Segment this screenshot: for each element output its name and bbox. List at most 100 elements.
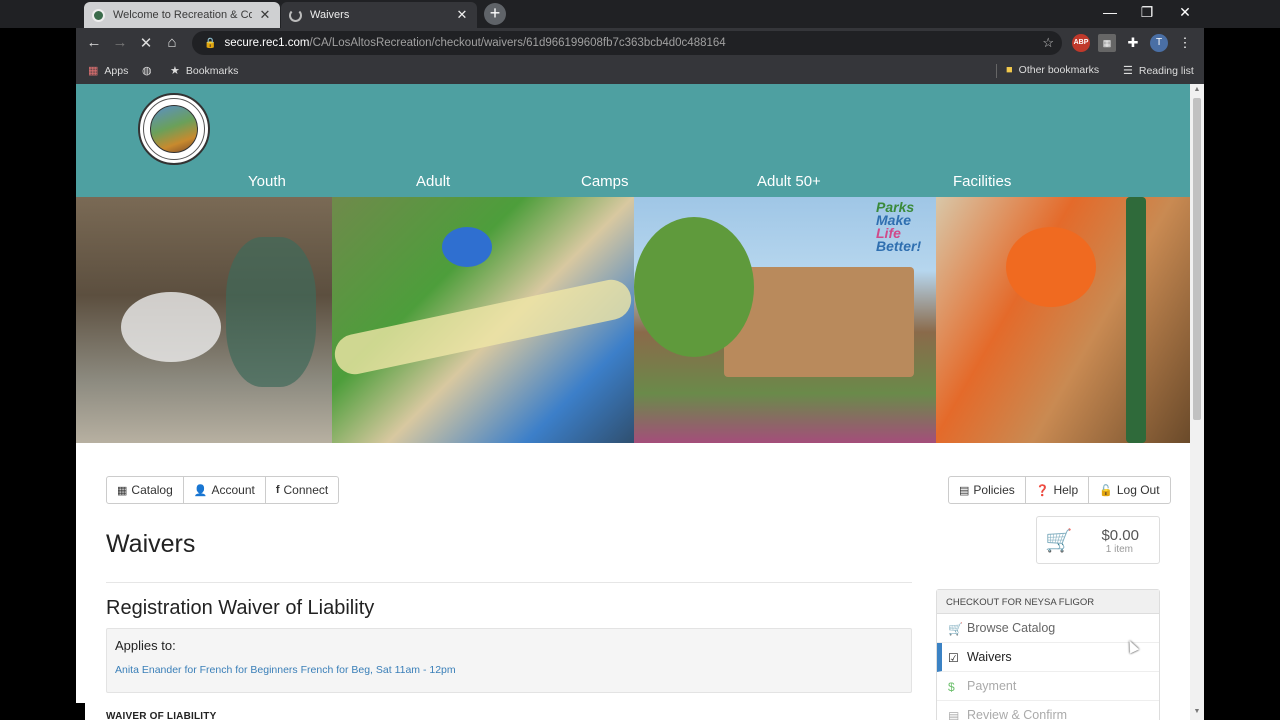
button-label: Account (211, 483, 255, 497)
browser-tab-waivers[interactable]: Waivers ✕ (281, 2, 477, 28)
bookmark-bookmarks[interactable]: ★ Bookmarks (170, 64, 239, 78)
minimize-icon[interactable]: — (1095, 4, 1125, 20)
question-circle-icon: ❓ (1035, 484, 1050, 497)
close-tab-icon[interactable]: ✕ (258, 7, 272, 23)
star-icon: ★ (170, 65, 180, 77)
applies-to-registration-link[interactable]: Anita Enander for French for Beginners F… (115, 664, 456, 676)
connect-button[interactable]: f Connect (266, 477, 338, 503)
photo-shape (634, 217, 754, 357)
help-button-group: ▤ Policies ❓ Help 🔓 Log Out (948, 476, 1171, 504)
slogan-word: Better! (876, 238, 922, 254)
address-bar[interactable]: 🔒 secure.rec1.com /CA/LosAltosRecreation… (192, 31, 1062, 55)
step-payment: $ Payment (937, 672, 1159, 701)
cart-item-count: 1 item (1105, 544, 1133, 555)
user-icon: 👤 (193, 484, 208, 497)
bookmark-apps[interactable]: ▦ Apps (88, 64, 128, 78)
account-button[interactable]: 👤 Account (184, 477, 266, 503)
review-icon: ▤ (948, 709, 960, 720)
bookmark-star-icon[interactable]: ☆ (1042, 35, 1054, 51)
account-button-group: ▦ Catalog 👤 Account f Connect (106, 476, 340, 504)
photo-shape (442, 227, 492, 267)
lock-icon: 🔒 (204, 37, 217, 49)
city-seal-logo[interactable] (138, 93, 210, 165)
stop-loading-icon[interactable]: ✕ (136, 34, 156, 52)
page-title: Waivers (106, 530, 196, 558)
button-label: Help (1053, 483, 1079, 497)
reading-list-icon: ☰ (1123, 65, 1133, 77)
back-arrow-icon[interactable]: ← (84, 34, 104, 51)
apps-grid-icon: ▦ (88, 65, 99, 77)
nav-adult[interactable]: Adult (416, 173, 450, 190)
unlock-icon: 🔓 (1099, 484, 1113, 497)
loading-spinner-icon (289, 8, 302, 22)
parks-slogan: Parks Make Life Better! (876, 200, 922, 254)
bookmark-globe[interactable]: ◍ (142, 64, 158, 77)
site-favicon-icon (92, 8, 105, 22)
close-window-icon[interactable]: ✕ (1170, 4, 1200, 21)
home-icon[interactable]: ⌂ (162, 34, 182, 51)
photo-shape (1006, 227, 1096, 307)
step-waivers[interactable]: ☑ Waivers (937, 643, 1159, 672)
waiver-title: Registration Waiver of Liability (106, 597, 375, 619)
facebook-icon: f (275, 484, 280, 496)
tab-title: Waivers (310, 9, 350, 21)
divider (106, 582, 912, 583)
button-label: Log Out (1116, 483, 1160, 497)
browser-tabbar: Welcome to Recreation & Comm ✕ Waivers ✕… (0, 0, 1280, 28)
applies-to-box: Applies to: Anita Enander for French for… (106, 628, 912, 693)
profile-avatar[interactable]: T (1150, 34, 1168, 52)
bookmark-reading-list[interactable]: ☰ Reading list (1123, 64, 1194, 78)
close-tab-icon[interactable]: ✕ (455, 7, 469, 23)
folder-icon: ■ (1006, 64, 1013, 76)
nav-adult-50[interactable]: Adult 50+ (757, 173, 821, 190)
photo-shape (226, 237, 316, 387)
restore-icon[interactable]: ❐ (1132, 4, 1162, 21)
adblock-extension-icon[interactable]: ABP (1072, 34, 1090, 52)
logout-button[interactable]: 🔓 Log Out (1089, 477, 1169, 503)
menu-kebab-icon[interactable]: ⋮ (1176, 34, 1194, 52)
puzzle-extensions-icon[interactable]: ✚ (1124, 34, 1142, 52)
banner-photo-children (332, 197, 634, 443)
new-tab-button[interactable]: + (484, 3, 506, 25)
checklist-icon: ☑ (948, 651, 959, 665)
nav-facilities[interactable]: Facilities (953, 173, 1011, 190)
button-label: Connect (283, 483, 329, 497)
cart-amount: $0.00 (1101, 527, 1139, 544)
browser-tab-welcome[interactable]: Welcome to Recreation & Comm ✕ (84, 2, 280, 28)
step-label: Browse Catalog (967, 621, 1056, 635)
bookmark-label: Bookmarks (185, 64, 239, 77)
banner-photo-seniors (76, 197, 332, 443)
photo-shape (1126, 197, 1146, 443)
screen: Welcome to Recreation & Comm ✕ Waivers ✕… (0, 0, 1280, 720)
bookmark-other[interactable]: ■ Other bookmarks (1006, 64, 1099, 76)
step-browse-catalog[interactable]: 🛒 Browse Catalog (937, 614, 1159, 643)
checkout-steps-panel: CHECKOUT FOR NEYSA FLIGOR 🛒 Browse Catal… (936, 589, 1160, 720)
catalog-button[interactable]: ▦ Catalog (107, 477, 184, 503)
step-label: Review & Confirm (967, 708, 1068, 720)
hero-banner: Parks Make Life Better! (76, 197, 1190, 443)
banner-photo-building: Parks Make Life Better! (634, 197, 936, 443)
page-scrollbar[interactable]: ▲ ▼ (1190, 84, 1204, 720)
waiver-section-heading: WAIVER OF LIABILITY (106, 711, 217, 720)
scrollbar-thumb[interactable] (1193, 98, 1201, 420)
extension-icon[interactable]: ▦ (1098, 34, 1116, 52)
help-button[interactable]: ❓ Help (1026, 477, 1090, 503)
globe-icon: ◍ (142, 65, 152, 77)
cart-summary[interactable]: 🛒 $0.00 1 item (1036, 516, 1160, 564)
cart-icon: 🛒 (948, 622, 963, 636)
step-label: Payment (967, 679, 1017, 693)
site-header: Youth Adult Camps Adult 50+ Facilities (76, 84, 1190, 197)
nav-youth[interactable]: Youth (248, 173, 286, 190)
grid-icon: ▦ (117, 484, 128, 497)
step-review-confirm: ▤ Review & Confirm (937, 701, 1159, 720)
bookmark-label: Reading list (1138, 64, 1194, 77)
scroll-down-icon[interactable]: ▼ (1190, 708, 1204, 715)
policies-button[interactable]: ▤ Policies (949, 477, 1026, 503)
scroll-up-icon[interactable]: ▲ (1190, 86, 1204, 93)
nav-camps[interactable]: Camps (581, 173, 629, 190)
screen-corner (76, 703, 85, 720)
web-page: Youth Adult Camps Adult 50+ Facilities P… (76, 84, 1190, 720)
forward-arrow-icon[interactable]: → (110, 34, 130, 51)
browser-toolbar: ← → ✕ ⌂ 🔒 secure.rec1.com /CA/LosAltosRe… (76, 28, 1204, 58)
photo-shape (332, 276, 634, 378)
